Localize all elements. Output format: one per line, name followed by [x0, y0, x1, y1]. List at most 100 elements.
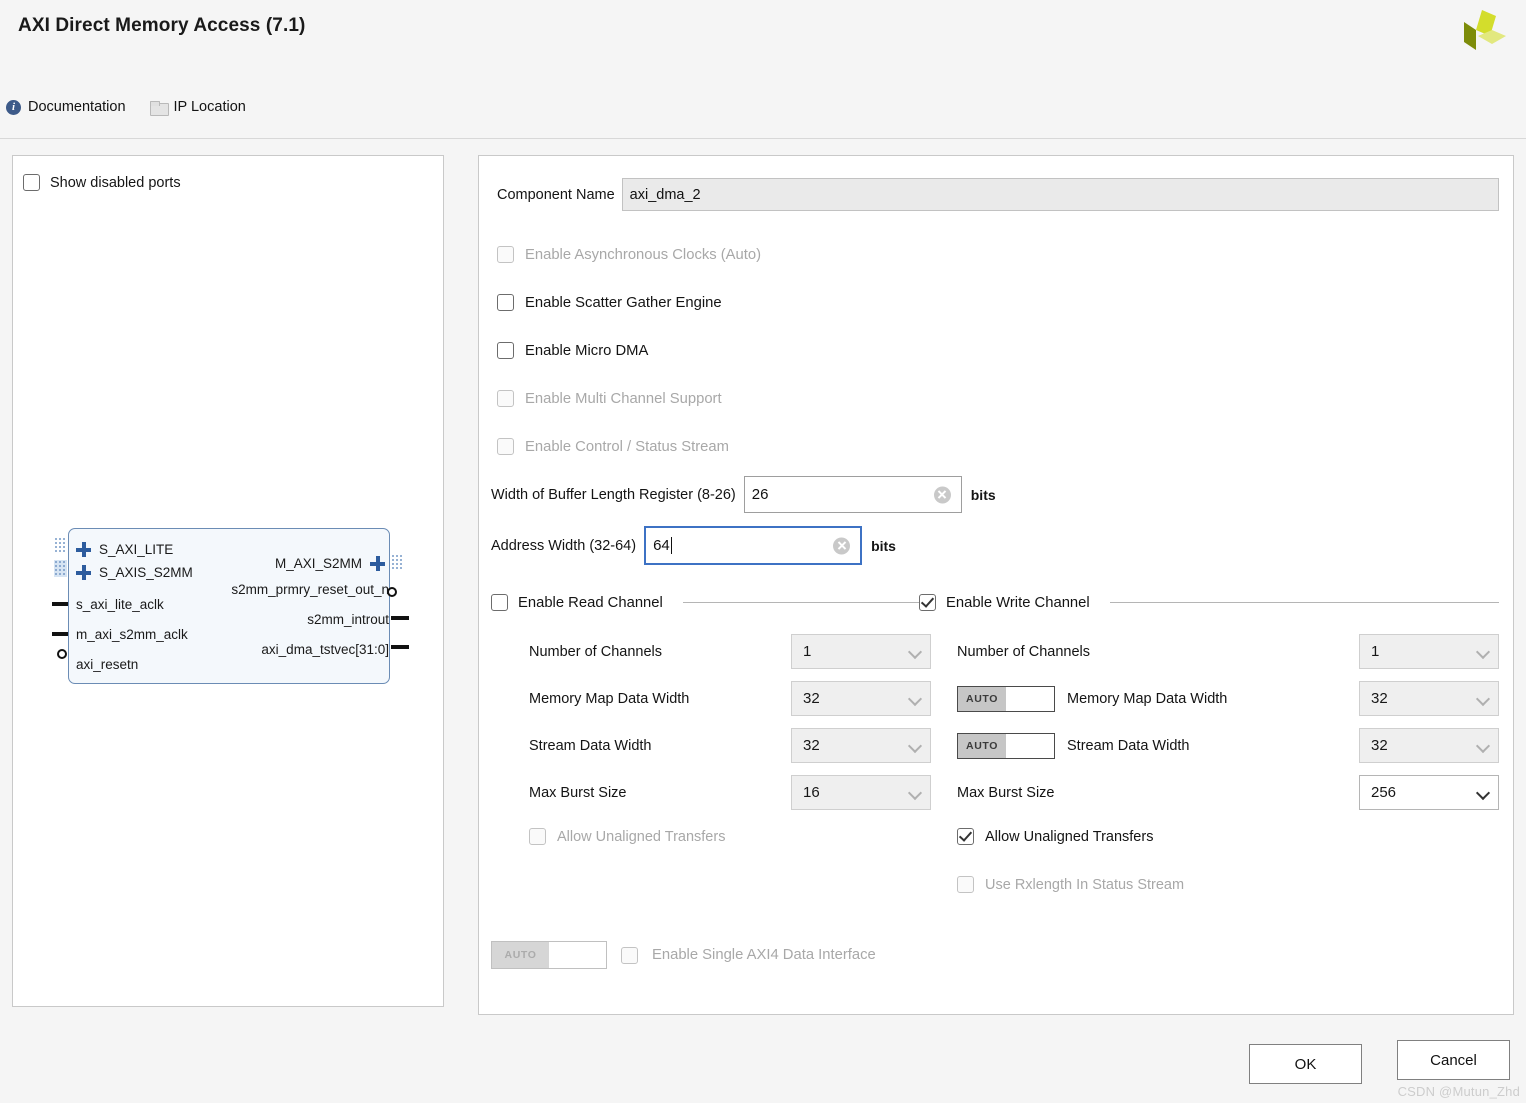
- chevron-down-icon: [909, 740, 921, 752]
- write-memory-map-data-width-select[interactable]: 32: [1359, 681, 1499, 716]
- enable-micro-dma-checkbox[interactable]: [497, 342, 514, 359]
- write-stream-data-width-select[interactable]: 32: [1359, 728, 1499, 763]
- auto-toggle-label: AUTO: [958, 686, 1006, 711]
- expand-plus-icon[interactable]: [76, 542, 91, 557]
- component-name-row: Component Name axi_dma_2: [497, 178, 1499, 211]
- buffer-length-input[interactable]: 26: [743, 476, 962, 513]
- read-allow-unaligned-checkbox: [529, 828, 546, 845]
- component-name-input[interactable]: axi_dma_2: [621, 178, 1499, 211]
- pin-inverted-axi-resetn: [57, 649, 67, 659]
- buffer-length-field: Width of Buffer Length Register (8-26) 2…: [491, 476, 996, 513]
- enable-async-clocks-label: Enable Asynchronous Clocks (Auto): [525, 246, 762, 263]
- write-max-burst-size-select[interactable]: 256: [1359, 775, 1499, 810]
- group-divider: [1109, 602, 1499, 603]
- address-width-input[interactable]: 64: [644, 526, 863, 565]
- chevron-down-icon: [909, 646, 921, 658]
- read-memory-map-data-width-row: Memory Map Data Width 32: [529, 681, 931, 716]
- read-allow-unaligned-label: Allow Unaligned Transfers: [557, 828, 726, 845]
- buffer-length-value: 26: [751, 486, 769, 503]
- write-number-of-channels-select[interactable]: 1: [1359, 634, 1499, 669]
- address-width-value: 64: [653, 537, 670, 554]
- read-number-of-channels-select[interactable]: 1: [791, 634, 931, 669]
- single-axi4-checkbox: [621, 946, 638, 964]
- select-value: 1: [803, 643, 812, 660]
- read-number-of-channels-row: Number of Channels 1: [529, 634, 931, 669]
- write-use-rxlength-row: Use Rxlength In Status Stream: [957, 876, 1184, 893]
- show-disabled-ports-checkbox[interactable]: [23, 174, 40, 191]
- auto-toggle-label: AUTO: [958, 733, 1006, 758]
- write-channel-header[interactable]: Enable Write Channel: [919, 594, 1499, 611]
- select-value: 256: [1371, 784, 1397, 801]
- write-allow-unaligned-checkbox[interactable]: [957, 828, 974, 845]
- chevron-down-icon: [1477, 693, 1489, 705]
- pin-label-s-axi-lite-aclk: s_axi_lite_aclk: [76, 597, 164, 612]
- buffer-length-label: Width of Buffer Length Register (8-26): [491, 486, 736, 503]
- pin-label-axi-dma-tstvec: axi_dma_tstvec[31:0]: [261, 642, 389, 657]
- write-allow-unaligned-label: Allow Unaligned Transfers: [985, 828, 1154, 845]
- write-max-burst-size-row: Max Burst Size 256: [957, 775, 1499, 810]
- info-icon: i: [6, 99, 21, 115]
- read-channel-header[interactable]: Enable Read Channel: [491, 594, 931, 611]
- write-channel-group: Enable Write Channel: [919, 594, 1499, 611]
- select-value: 32: [1371, 737, 1388, 754]
- ok-button[interactable]: OK: [1249, 1044, 1362, 1084]
- bus-connector-dots-m-axi-s2mm: [391, 554, 404, 571]
- read-max-burst-size-select[interactable]: 16: [791, 775, 931, 810]
- ip-location-label: IP Location: [173, 99, 246, 115]
- read-memory-map-data-width-select[interactable]: 32: [791, 681, 931, 716]
- write-memory-map-auto-toggle[interactable]: AUTO: [957, 685, 1055, 712]
- single-axi4-row: AUTO Enable Single AXI4 Data Interface: [491, 941, 876, 969]
- enable-write-channel-label: Enable Write Channel: [946, 594, 1090, 611]
- chevron-down-icon: [1477, 740, 1489, 752]
- folder-icon: [149, 100, 169, 116]
- select-value: 32: [803, 737, 820, 754]
- enable-scatter-gather-checkbox[interactable]: [497, 294, 514, 311]
- enable-micro-dma-label: Enable Micro DMA: [525, 342, 649, 359]
- address-width-field: Address Width (32-64) 64 bits: [491, 526, 896, 565]
- enable-read-channel-checkbox[interactable]: [491, 594, 508, 611]
- write-allow-unaligned-row[interactable]: Allow Unaligned Transfers: [957, 828, 1153, 845]
- chevron-down-icon: [909, 693, 921, 705]
- select-value: 1: [1371, 643, 1380, 660]
- bus-m-axi-s2mm: M_AXI_S2MM: [275, 556, 386, 571]
- write-memory-map-data-width-row: AUTO Memory Map Data Width 32: [957, 681, 1499, 716]
- ip-location-link[interactable]: IP Location: [149, 99, 246, 116]
- read-max-burst-size-row: Max Burst Size 16: [529, 775, 931, 810]
- write-stream-data-width-label: Stream Data Width: [1067, 737, 1190, 754]
- clear-icon[interactable]: [933, 486, 951, 503]
- enable-write-channel-checkbox[interactable]: [919, 594, 936, 611]
- show-disabled-ports-row[interactable]: Show disabled ports: [23, 174, 181, 191]
- read-stream-data-width-label: Stream Data Width: [529, 737, 652, 754]
- bus-connector-dots-s-axi-lite: [54, 537, 67, 554]
- read-max-burst-size-label: Max Burst Size: [529, 784, 627, 801]
- documentation-link[interactable]: i Documentation: [6, 99, 126, 115]
- expand-plus-icon[interactable]: [370, 556, 386, 571]
- chevron-down-icon: [1477, 646, 1489, 658]
- read-channel-group: Enable Read Channel: [491, 594, 931, 611]
- write-use-rxlength-checkbox: [957, 876, 974, 893]
- page-title: AXI Direct Memory Access (7.1): [18, 15, 306, 36]
- read-allow-unaligned-row: Allow Unaligned Transfers: [529, 828, 725, 845]
- chevron-down-icon: [1477, 787, 1489, 799]
- option-enable-scatter-gather[interactable]: Enable Scatter Gather Engine: [497, 294, 722, 311]
- option-enable-micro-dma[interactable]: Enable Micro DMA: [497, 342, 648, 359]
- bus-s-axis-s2mm: S_AXIS_S2MM: [76, 565, 193, 580]
- documentation-label: Documentation: [28, 99, 126, 115]
- read-stream-data-width-row: Stream Data Width 32: [529, 728, 931, 763]
- read-stream-data-width-select[interactable]: 32: [791, 728, 931, 763]
- pin-label-axi-resetn: axi_resetn: [76, 657, 139, 672]
- bus-label: S_AXIS_S2MM: [99, 565, 193, 580]
- enable-multi-channel-checkbox: [497, 390, 514, 407]
- link-bar: i Documentation IP Location: [6, 92, 270, 122]
- cancel-button[interactable]: Cancel: [1397, 1040, 1510, 1080]
- write-max-burst-size-label: Max Burst Size: [957, 784, 1055, 801]
- expand-plus-icon[interactable]: [76, 565, 91, 580]
- bus-s-axi-lite: S_AXI_LITE: [76, 542, 173, 557]
- address-width-label: Address Width (32-64): [491, 537, 637, 554]
- text-caret: [670, 537, 672, 554]
- clear-icon[interactable]: [833, 537, 851, 554]
- write-number-of-channels-row: Number of Channels 1: [957, 634, 1499, 669]
- write-stream-auto-toggle[interactable]: AUTO: [957, 732, 1055, 759]
- chevron-down-icon: [909, 787, 921, 799]
- write-use-rxlength-label: Use Rxlength In Status Stream: [985, 876, 1185, 893]
